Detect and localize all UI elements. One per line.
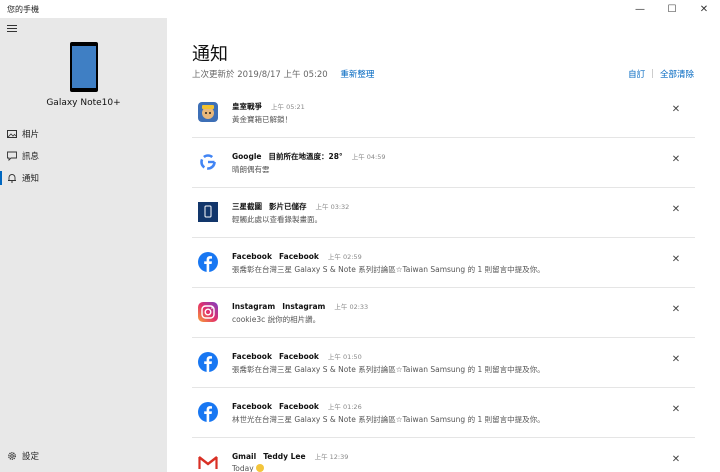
facebook-icon bbox=[198, 252, 218, 272]
phone-image bbox=[70, 42, 98, 92]
clear-all-link[interactable]: 全部清除 bbox=[660, 68, 694, 80]
notification-item[interactable]: Facebook Facebook 上午 02:59 張喬彰在台灣三星 Galaxy… bbox=[192, 238, 695, 288]
last-updated-row: 上次更新於 2019/8/17 上午 05:20 重新整理 bbox=[192, 68, 374, 80]
window-title: 您的手機 bbox=[7, 4, 39, 14]
notification-body: 輕觸此處以查看錄製畫面。 bbox=[232, 215, 322, 224]
notification-time: 上午 05:21 bbox=[271, 103, 305, 111]
notification-app: Google bbox=[232, 152, 262, 161]
notification-app: Instagram bbox=[232, 302, 276, 311]
refresh-link[interactable]: 重新整理 bbox=[340, 70, 374, 80]
settings-label: 設定 bbox=[22, 452, 40, 462]
notification-time: 上午 04:59 bbox=[351, 153, 386, 161]
dismiss-icon[interactable]: ✕ bbox=[671, 105, 681, 115]
notification-app: 皇室戰爭 bbox=[232, 102, 262, 111]
close-window-button[interactable]: ✕ bbox=[688, 0, 720, 18]
screenshot-icon bbox=[198, 202, 218, 222]
instagram-icon bbox=[198, 302, 218, 322]
dismiss-icon[interactable]: ✕ bbox=[671, 155, 681, 165]
sidebar: Galaxy Note10+ 相片 訊息 通知 設定 bbox=[0, 18, 167, 472]
dismiss-icon[interactable]: ✕ bbox=[671, 455, 681, 465]
notification-header: 三星截圖 影片已儲存 上午 03:32 bbox=[232, 201, 349, 212]
dismiss-icon[interactable]: ✕ bbox=[671, 355, 681, 365]
gmail-icon bbox=[198, 452, 218, 472]
notification-list: 皇室戰爭 上午 05:21 黃金寶箱已解鎖！ ✕ Google 目前所在地溫度：28… bbox=[192, 88, 695, 472]
notification-item[interactable]: 三星截圖 影片已儲存 上午 03:32 輕觸此處以查看錄製畫面。 ✕ bbox=[192, 188, 695, 238]
device-name: Galaxy Note10+ bbox=[46, 98, 121, 108]
window-controls: — ☐ ✕ bbox=[624, 0, 720, 18]
notification-time: 上午 12:39 bbox=[314, 453, 349, 461]
notification-time: 上午 03:32 bbox=[315, 203, 350, 211]
notification-item[interactable]: Instagram Instagram 上午 02:33 cookie3c 說你的相… bbox=[192, 288, 695, 338]
sidebar-item-notifications[interactable]: 通知 bbox=[0, 167, 167, 189]
notification-item[interactable]: 皇室戰爭 上午 05:21 黃金寶箱已解鎖！ ✕ bbox=[192, 88, 695, 138]
emoji-icon bbox=[255, 464, 264, 472]
notification-time: 上午 01:26 bbox=[327, 403, 362, 411]
notification-item[interactable]: Facebook Facebook 上午 01:26 林世光在台灣三星 Galaxy… bbox=[192, 388, 695, 438]
notification-app: 三星截圖 bbox=[232, 202, 262, 211]
notification-title: 影片已儲存 bbox=[269, 202, 307, 211]
notification-body: 張喬彰在台灣三星 Galaxy S & Note 系列討論區☆Taiwan Sa… bbox=[232, 265, 545, 274]
hamburger-menu-icon[interactable] bbox=[7, 24, 17, 33]
sidebar-item-label: 相片 bbox=[22, 130, 40, 140]
dismiss-icon[interactable]: ✕ bbox=[671, 255, 681, 265]
notification-body: cookie3c 說你的相片讚。 bbox=[232, 315, 321, 324]
notification-title: 目前所在地溫度：28° bbox=[268, 152, 343, 161]
notification-item[interactable]: Gmail Teddy Lee 上午 12:39 Today ✕ bbox=[192, 438, 695, 472]
facebook-icon bbox=[198, 402, 218, 422]
bell-icon bbox=[7, 173, 17, 183]
message-icon bbox=[7, 151, 17, 161]
header-actions: 自訂 | 全部清除 bbox=[628, 68, 694, 80]
dismiss-icon[interactable]: ✕ bbox=[671, 305, 681, 315]
notification-title: Teddy Lee bbox=[263, 452, 306, 461]
gear-icon bbox=[7, 451, 17, 461]
customize-link[interactable]: 自訂 bbox=[628, 68, 645, 80]
notification-body: Today bbox=[232, 464, 254, 472]
notification-header: 皇室戰爭 上午 05:21 bbox=[232, 101, 305, 112]
last-updated-text: 上次更新於 2019/8/17 上午 05:20 bbox=[192, 70, 328, 80]
page-title: 通知 bbox=[192, 44, 228, 65]
divider: | bbox=[651, 69, 654, 79]
sidebar-item-label: 通知 bbox=[22, 174, 40, 184]
notification-header: Facebook Facebook 上午 01:26 bbox=[232, 401, 362, 411]
notification-item[interactable]: Google 目前所在地溫度：28° 上午 04:59 晴朗偶有雲 ✕ bbox=[192, 138, 695, 188]
notification-app: Facebook bbox=[232, 252, 272, 261]
notification-header: Instagram Instagram 上午 02:33 bbox=[232, 301, 368, 311]
notification-title: Instagram bbox=[282, 302, 326, 311]
dismiss-icon[interactable]: ✕ bbox=[671, 205, 681, 215]
notification-time: 上午 01:50 bbox=[327, 353, 362, 361]
notification-body: 黃金寶箱已解鎖！ bbox=[232, 115, 292, 124]
facebook-icon bbox=[198, 352, 218, 372]
title-bar: 您的手機 — ☐ ✕ bbox=[0, 0, 720, 18]
sidebar-item-photos[interactable]: 相片 bbox=[0, 123, 167, 145]
google-icon bbox=[198, 152, 218, 172]
notification-header: Facebook Facebook 上午 02:59 bbox=[232, 251, 362, 261]
settings-button[interactable]: 設定 bbox=[0, 446, 167, 466]
sidebar-nav: 相片 訊息 通知 bbox=[0, 123, 167, 189]
sidebar-item-label: 訊息 bbox=[22, 152, 40, 162]
notification-header: Google 目前所在地溫度：28° 上午 04:59 bbox=[232, 151, 386, 162]
dismiss-icon[interactable]: ✕ bbox=[671, 405, 681, 415]
notification-app: Gmail bbox=[232, 452, 257, 461]
notification-body-row: Today bbox=[232, 464, 264, 472]
notification-time: 上午 02:33 bbox=[334, 303, 369, 311]
photo-icon bbox=[7, 129, 17, 139]
main-content: 通知 上次更新於 2019/8/17 上午 05:20 重新整理 自訂 | 全部… bbox=[167, 18, 720, 472]
notification-app: Facebook bbox=[232, 402, 272, 411]
maximize-button[interactable]: ☐ bbox=[656, 0, 688, 18]
notification-app: Facebook bbox=[232, 352, 272, 361]
notification-title: Facebook bbox=[278, 352, 319, 361]
notification-header: Gmail Teddy Lee 上午 12:39 bbox=[232, 451, 348, 461]
notification-body: 晴朗偶有雲 bbox=[232, 165, 270, 174]
notification-title: Facebook bbox=[278, 252, 319, 261]
clash-royale-icon bbox=[198, 102, 218, 122]
notification-body: 張喬彰在台灣三星 Galaxy S & Note 系列討論區☆Taiwan Sa… bbox=[232, 365, 545, 374]
minimize-button[interactable]: — bbox=[624, 0, 656, 18]
notification-time: 上午 02:59 bbox=[327, 253, 362, 261]
notification-body: 林世光在台灣三星 Galaxy S & Note 系列討論區☆Taiwan Sa… bbox=[232, 415, 545, 424]
notification-title: Facebook bbox=[278, 402, 319, 411]
notification-header: Facebook Facebook 上午 01:50 bbox=[232, 351, 362, 361]
notification-item[interactable]: Facebook Facebook 上午 01:50 張喬彰在台灣三星 Galaxy… bbox=[192, 338, 695, 388]
sidebar-item-messages[interactable]: 訊息 bbox=[0, 145, 167, 167]
